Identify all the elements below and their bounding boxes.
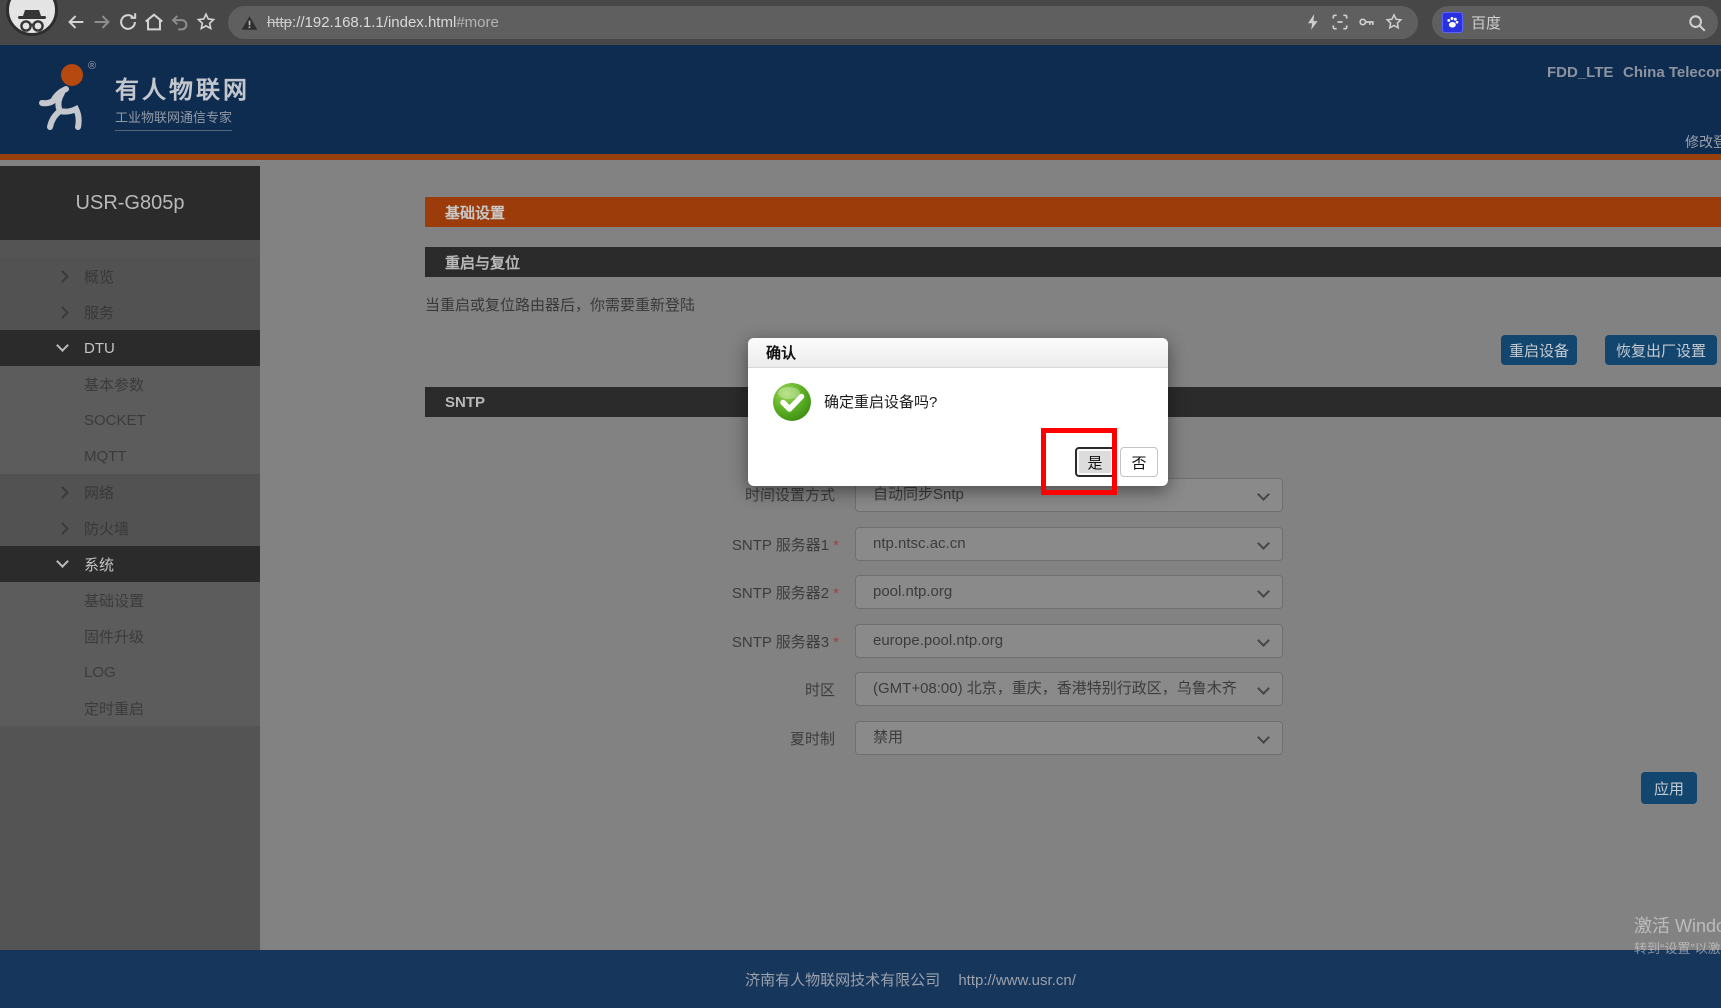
search-icon[interactable] — [1686, 12, 1708, 34]
chevron-right-icon — [56, 521, 69, 535]
url-scheme: http — [267, 14, 293, 31]
brand-subtitle: 工业物联网通信专家 — [115, 107, 233, 131]
sidebar-item-system-basic-settings[interactable]: 基础设置 — [0, 582, 260, 618]
star-icon[interactable] — [1384, 11, 1404, 33]
page-title-bar: 基础设置 — [425, 197, 1721, 227]
time-setting-label: 时间设置方式 — [744, 487, 835, 504]
sidebar-item-socket[interactable]: SOCKET — [0, 402, 260, 438]
chevron-down-icon — [1257, 537, 1270, 550]
sidebar-menu: 概览 服务 DTU 基本参数 SOCKET MQTT 网络 防火墙 系统 基础设… — [0, 258, 260, 726]
sidebar-item-firewall[interactable]: 防火墙 — [0, 510, 260, 546]
reboot-section-title: 重启与复位 — [445, 254, 521, 272]
chevron-right-icon — [56, 269, 69, 283]
address-bar[interactable]: http://192.168.1.1/index.html#more — [228, 6, 1418, 39]
sidebar-item-log[interactable]: LOG — [0, 654, 260, 690]
sidebar-item-system[interactable]: 系统 — [0, 546, 260, 582]
chevron-right-icon — [56, 305, 69, 319]
sntp-section-title: SNTP — [445, 393, 486, 411]
annotation-highlight-yes-button — [1041, 428, 1117, 495]
sidebar-item-firmware-upgrade[interactable]: 固件升级 — [0, 618, 260, 654]
sntp-server3-label: SNTP 服务器3 * — [731, 634, 839, 651]
scan-frame-icon[interactable] — [1330, 11, 1350, 33]
sidebar: USR-G805p 概览 服务 DTU 基本参数 SOCKET MQTT 网络 … — [0, 166, 260, 950]
incognito-avatar-icon[interactable] — [6, 0, 58, 36]
chevron-down-icon — [56, 555, 69, 568]
reboot-device-button[interactable]: 重启设备 — [1501, 335, 1577, 365]
timezone-label: 时区 — [804, 682, 835, 699]
key-icon[interactable] — [1357, 11, 1377, 33]
site-header: ® 有人物联网 工业物联网通信专家 FDD_LTE China Telecom … — [0, 45, 1721, 160]
baidu-logo-icon — [1442, 12, 1463, 33]
undo-icon[interactable] — [169, 11, 191, 33]
timezone-select[interactable]: (GMT+08:00) 北京，重庆，香港特别行政区，乌鲁木齐 — [855, 672, 1283, 706]
dialog-message: 确定重启设备吗? — [824, 394, 938, 411]
chevron-down-icon — [1257, 634, 1270, 647]
brand-title: 有人物联网 — [115, 77, 250, 104]
confirm-check-icon — [772, 382, 812, 422]
sidebar-item-network[interactable]: 网络 — [0, 474, 260, 510]
bookmark-star-icon[interactable] — [195, 11, 217, 33]
sidebar-item-overview[interactable]: 概览 — [0, 258, 260, 294]
insecure-warning-icon — [240, 14, 259, 32]
dialog-title-bar: 确认 — [748, 338, 1168, 368]
sidebar-item-dtu[interactable]: DTU — [0, 330, 260, 366]
sntp-server3-select[interactable]: europe.pool.ntp.org — [855, 624, 1283, 658]
back-icon[interactable] — [65, 11, 87, 33]
reboot-note: 当重启或复位路由器后，你需要重新登陆 — [425, 297, 696, 314]
sidebar-item-services[interactable]: 服务 — [0, 294, 260, 330]
page-footer: 济南有人物联网技术有限公司 http://www.usr.cn/ — [0, 950, 1721, 1008]
windows-activation-watermark-line2: 转到“设置”以激活 Windows。 — [1634, 941, 1721, 956]
dst-select[interactable]: 禁用 — [855, 721, 1283, 755]
search-bar[interactable]: 百度 — [1432, 6, 1718, 39]
footer-company: 济南有人物联网技术有限公司 — [745, 971, 941, 989]
dialog-no-button[interactable]: 否 — [1120, 447, 1158, 477]
svg-text:®: ® — [88, 60, 96, 72]
footer-url[interactable]: http://www.usr.cn/ — [958, 972, 1076, 989]
carrier-label: China Telecom — [1623, 64, 1721, 81]
apply-button[interactable]: 应用 — [1641, 772, 1697, 804]
sntp-server2-label: SNTP 服务器2 * — [731, 585, 839, 602]
chevron-down-icon — [56, 339, 69, 352]
dst-label: 夏时制 — [789, 731, 835, 748]
usr-logo: ® — [28, 57, 100, 145]
chevron-right-icon — [56, 485, 69, 499]
change-password-link[interactable]: 修改登录密码 — [1685, 132, 1721, 152]
device-name: USR-G805p — [0, 166, 260, 240]
url-text: http://192.168.1.1/index.html#more — [267, 14, 499, 31]
reboot-section-bar: 重启与复位 — [425, 247, 1721, 277]
search-engine-label: 百度 — [1471, 15, 1502, 32]
windows-activation-watermark-line1: 激活 Windows — [1634, 916, 1721, 936]
chevron-down-icon — [1257, 488, 1270, 501]
dialog-title: 确认 — [766, 345, 797, 362]
chevron-down-icon — [1257, 682, 1270, 695]
lightning-icon[interactable] — [1303, 11, 1323, 33]
chevron-down-icon — [1257, 731, 1270, 744]
page-title: 基础设置 — [445, 204, 506, 222]
home-icon[interactable] — [143, 11, 165, 33]
sidebar-item-mqtt[interactable]: MQTT — [0, 438, 260, 474]
sntp-server1-select[interactable]: ntp.ntsc.ac.cn — [855, 527, 1283, 561]
sntp-server1-label: SNTP 服务器1 * — [731, 537, 839, 554]
reload-icon[interactable] — [117, 11, 139, 33]
chevron-down-icon — [1257, 585, 1270, 598]
forward-icon[interactable] — [91, 11, 113, 33]
sidebar-item-dtu-basic-params[interactable]: 基本参数 — [0, 366, 260, 402]
browser-toolbar: http://192.168.1.1/index.html#more 百度 — [0, 0, 1721, 45]
network-type-label: FDD_LTE — [1547, 64, 1614, 81]
factory-reset-button[interactable]: 恢复出厂设置 — [1605, 335, 1717, 365]
router-admin-page: { "browser": { "url_scheme": "http", "ur… — [0, 0, 1721, 1008]
sntp-server2-select[interactable]: pool.ntp.org — [855, 575, 1283, 609]
sidebar-item-scheduled-restart[interactable]: 定时重启 — [0, 690, 260, 726]
